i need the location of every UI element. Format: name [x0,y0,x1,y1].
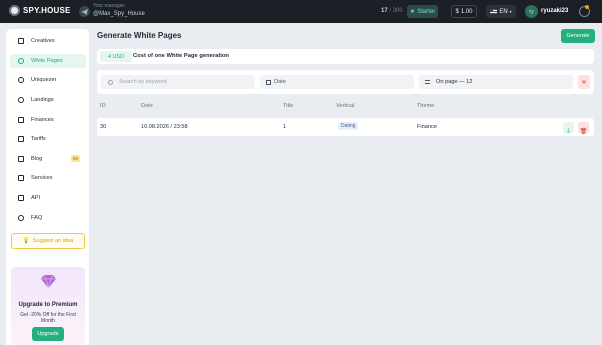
balance-value: 1.00 [460,8,473,15]
dollar-icon: $ [455,8,459,15]
sidebar-item-white-pages[interactable]: White Pages [10,54,86,68]
sidebar-item-label: FAQ [31,215,43,221]
cell-title: 1 [283,124,287,130]
language-select[interactable]: EN ▾ [486,5,516,18]
header-id: ID [100,103,106,109]
balance-button[interactable]: $ 1.00 [451,5,477,18]
suggest-idea-button[interactable]: 💡 Suggest an idea [11,233,85,249]
sidebar-item-creatives[interactable]: Creatives [10,34,86,48]
sidebar-item-label: Creatives [31,38,55,44]
header-date: Date [141,103,153,109]
cell-id: 30 [100,124,107,130]
cards-icon [18,38,24,44]
diamond-icon [41,275,56,288]
wallet-icon [18,117,24,123]
manager-name: @Max_Spy_House [93,11,145,17]
cost-description: Cost of one White Page generation [133,53,229,59]
upgrade-button[interactable]: Upgrade [32,327,64,341]
notification-dot [585,5,589,9]
counter-value: 17 [381,8,388,14]
cost-info-bar: 4 USD Cost of one White Page generation [97,49,594,64]
plan-label: Starter [417,8,436,15]
sidebar-item-label: API [31,195,41,201]
header-theme: Theme [417,103,435,109]
cell-theme: Finance [417,124,437,130]
calendar-icon [266,79,271,85]
clear-filters-button[interactable]: ✕ [578,75,590,89]
list-icon [425,80,430,84]
blog-badge: 90 [70,155,80,162]
manager-info[interactable]: Your manager: @Max_Spy_House [93,3,145,18]
per-page-value: On page — 12 [436,79,473,85]
api-icon [18,195,24,201]
sidebar-item-label: Finances [31,117,54,123]
header-title: Title [283,103,294,109]
question-icon [18,215,24,221]
sidebar-item-label: Landings [31,97,54,103]
chevron-down-icon: ▾ [509,9,512,14]
sidebar-item-label: Tariffs [31,136,46,142]
counter-total: / 300 [389,8,403,14]
avatar[interactable]: ry [525,5,538,18]
sidebar-item-api[interactable]: API [10,191,86,205]
cell-vertical-badge: Dating [338,122,359,130]
generate-button[interactable]: Generate [561,29,595,43]
username[interactable]: ryuzaki23 [541,8,568,14]
logo[interactable]: SPY.HOUSE [9,5,71,16]
sidebar-item-label: Services [31,175,53,181]
search-icon [108,79,113,85]
us-flag-icon [490,9,498,14]
download-button[interactable]: ⤓ [563,122,574,134]
sidebar-item-blog[interactable]: Blog 90 [10,152,86,166]
folder-icon [18,136,24,142]
date-label: Date [274,79,286,85]
plan-badge[interactable]: ★ Starter [407,5,438,18]
sidebar-item-services[interactable]: Services [10,171,86,185]
lightbulb-icon: 💡 [22,238,30,244]
cell-date: 16.08.2026 / 23:58 [141,124,188,130]
per-page-select[interactable]: On page — 12 [419,75,573,89]
page-title: Generate White Pages [97,31,182,40]
filters-bar: Search by keyword Date On page — 12 ✕ [97,70,594,94]
table-header: ID Date Title Vertical Theme [97,103,594,113]
premium-promo: Upgrade to Premium Get -20% Off for the … [11,267,85,345]
date-filter[interactable]: Date [260,75,414,89]
logo-icon [9,5,20,16]
suggest-label: Suggest an idea [32,238,74,244]
download-icon: ⤓ [567,128,570,134]
grid-icon [18,175,24,181]
sidebar-item-uniquezer[interactable]: Uniquezer [10,73,86,87]
sidebar-item-label: Uniquezer [31,77,57,83]
language-value: EN [499,8,508,15]
sidebar-item-tariffs[interactable]: Tariffs [10,132,86,146]
sidebar: Creatives White Pages Uniquezer Landings… [6,29,89,345]
promo-text: Get -20% Off for the First Month [20,312,76,325]
sidebar-item-label: Blog [31,156,43,162]
trash-icon: 🗑 [579,129,588,135]
globe-icon [18,58,24,64]
top-bar: SPY.HOUSE Your manager: @Max_Spy_House 1… [0,0,602,23]
star-icon: ★ [409,9,416,15]
promo-title: Upgrade to Premium [18,302,78,308]
sidebar-item-faq[interactable]: FAQ [10,211,86,225]
sidebar-item-finances[interactable]: Finances [10,113,86,127]
close-icon: ✕ [581,79,587,86]
delete-button[interactable]: 🗑 [578,122,589,135]
spark-icon [18,77,24,83]
download-icon [18,97,24,103]
sidebar-item-label: White Pages [31,58,63,64]
usage-counter: 17 / 300 [381,8,403,14]
cost-price-badge: 4 USD [100,51,132,62]
pen-icon [18,156,24,162]
search-input[interactable]: Search by keyword [101,75,255,89]
header-vertical: Vertical [336,103,355,109]
manager-label: Your manager: [93,3,126,9]
search-placeholder: Search by keyword [119,79,167,85]
sidebar-item-landings[interactable]: Landings [10,93,86,107]
telegram-icon[interactable] [79,6,90,17]
logo-text: SPY.HOUSE [23,6,71,15]
table-row: 30 16.08.2026 / 23:58 1 Dating Finance ⤓… [97,118,594,136]
